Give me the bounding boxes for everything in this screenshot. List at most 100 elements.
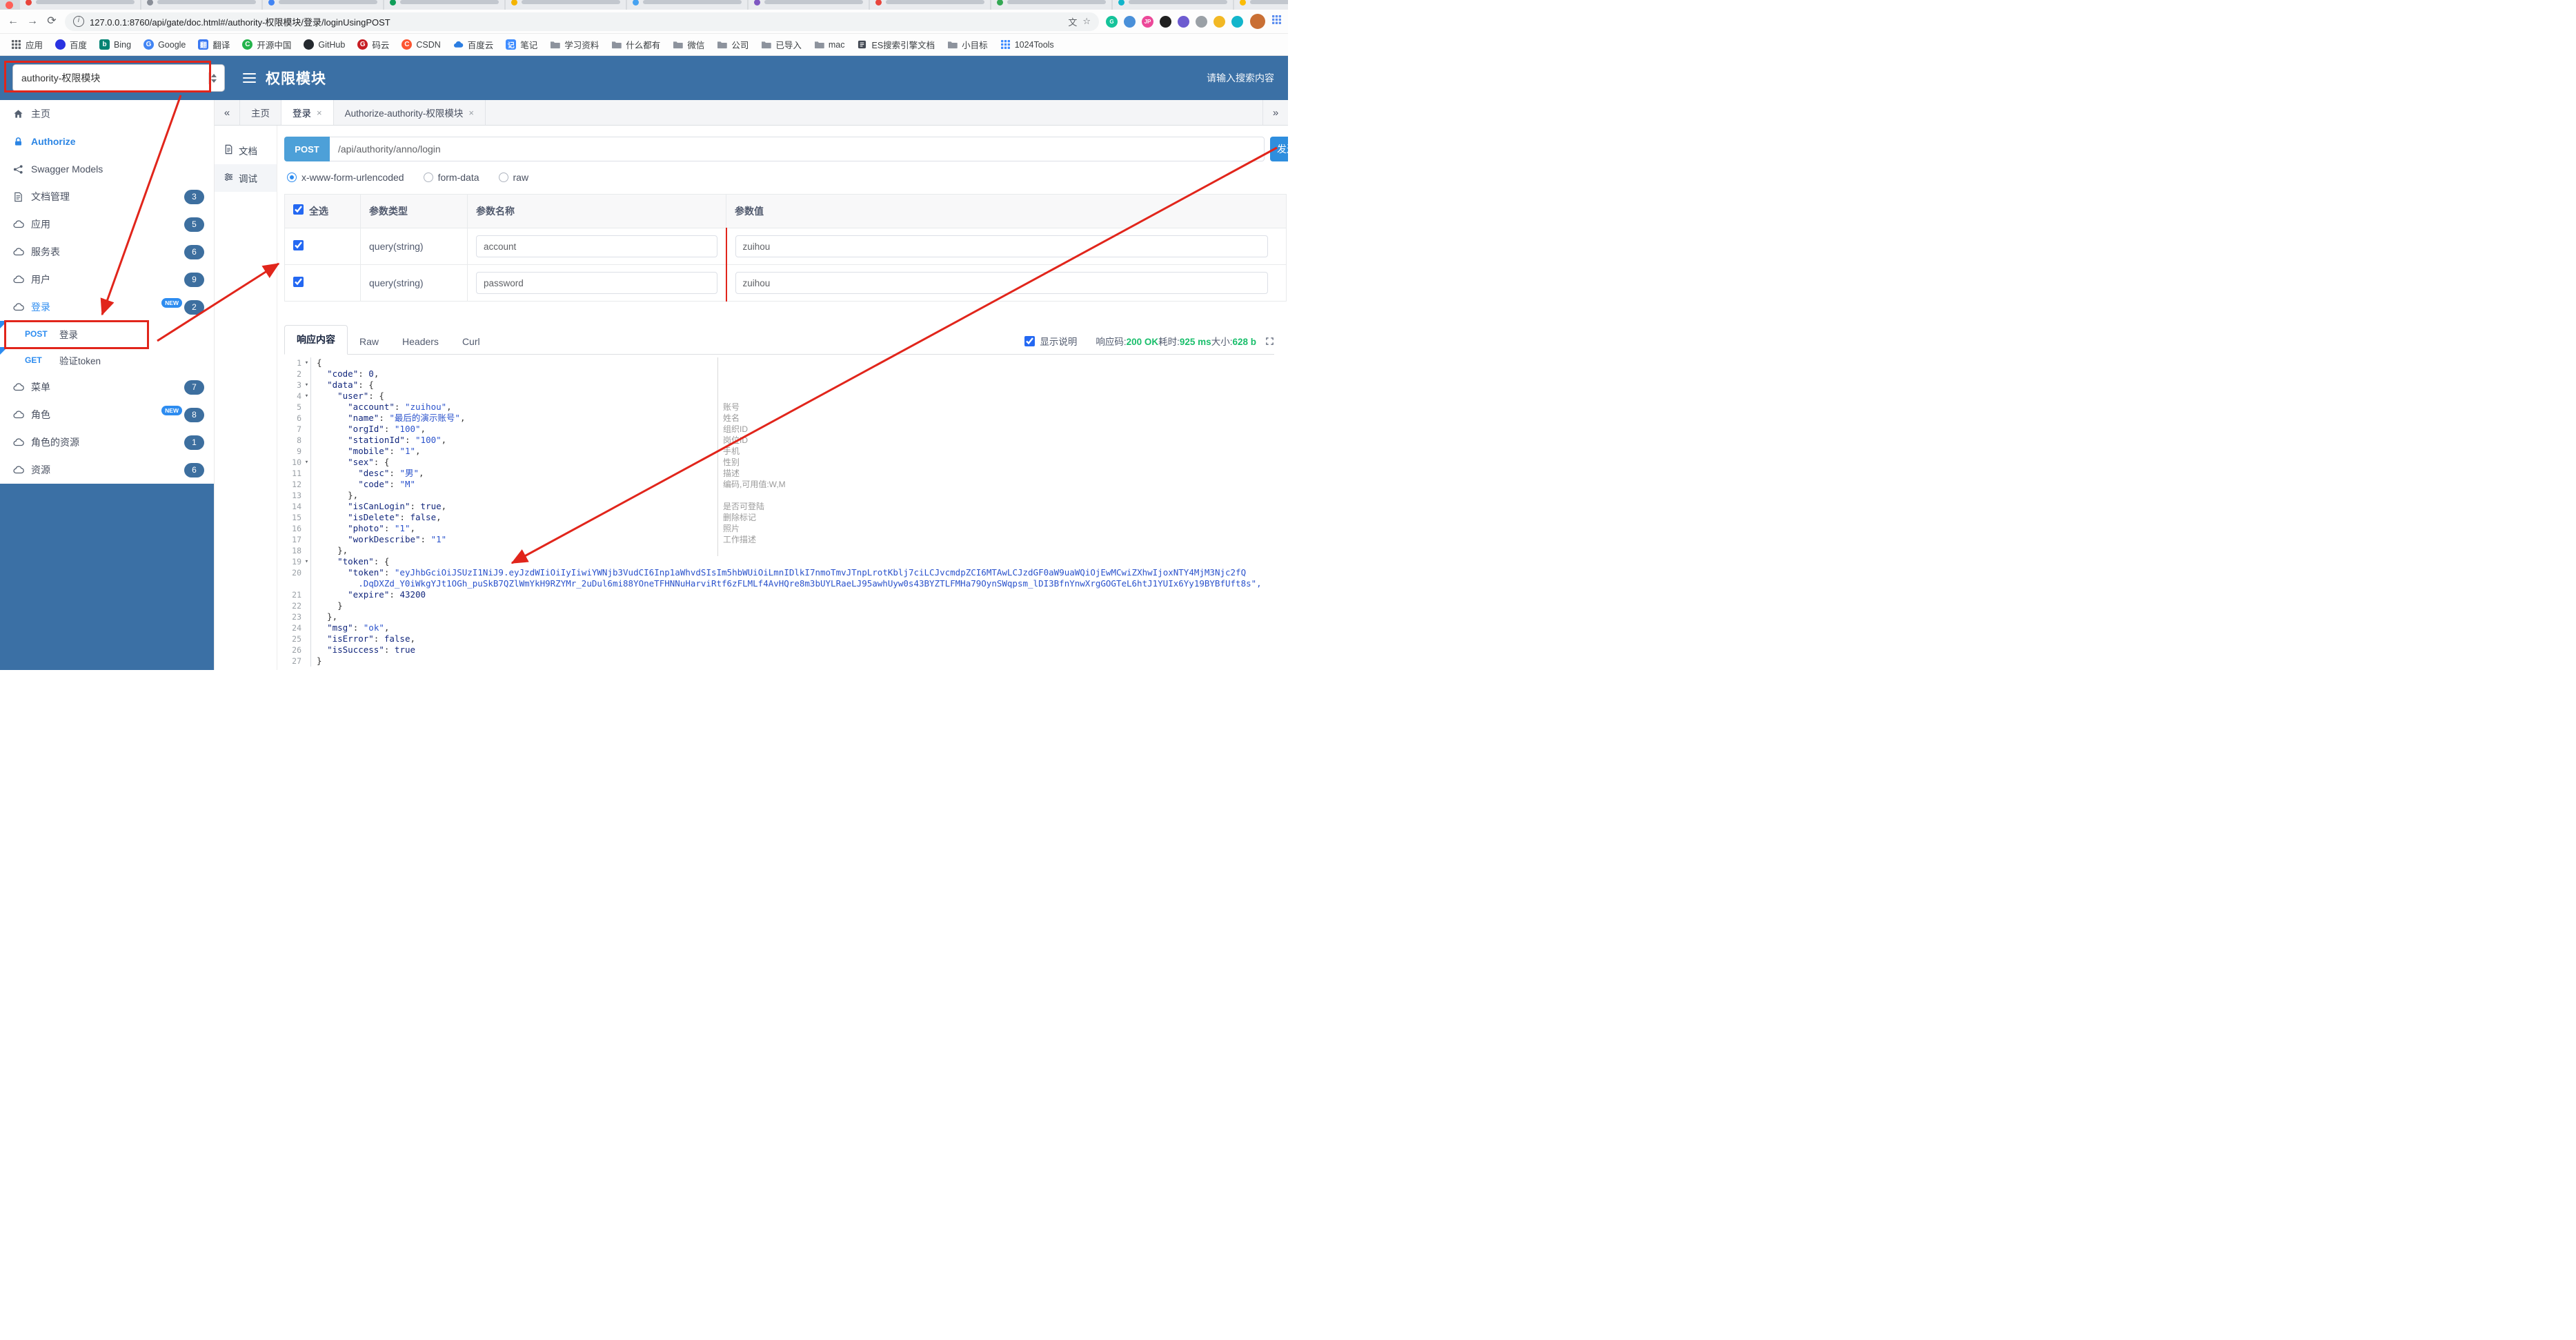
bookmark-item[interactable]: 已导入 — [755, 37, 807, 53]
bookmark-item[interactable]: 学习资料 — [544, 37, 604, 53]
fold-caret-icon[interactable]: ▾ — [303, 556, 310, 567]
tab-close-icon[interactable]: × — [468, 108, 474, 118]
tab-登录[interactable]: 登录 × — [281, 100, 334, 125]
bookmark-item[interactable]: 应用 — [6, 37, 48, 53]
apps-grid-icon[interactable] — [1272, 15, 1281, 28]
radio-icon[interactable] — [498, 173, 508, 182]
sidebar-item[interactable]: 文档管理 3 — [0, 183, 214, 210]
response-tab-Curl[interactable]: Curl — [450, 329, 492, 355]
back-icon[interactable]: ← — [7, 15, 19, 28]
sidebar-item[interactable]: 角色的资源 1 — [0, 428, 214, 456]
bookmark-item[interactable]: 记笔记 — [500, 37, 543, 53]
bookmark-item[interactable]: GitHub — [298, 37, 350, 53]
tab-close-icon[interactable]: × — [317, 108, 322, 118]
param-value-input[interactable] — [735, 235, 1268, 257]
sidebar-item[interactable]: 主页 — [0, 100, 214, 128]
extension-icon-5[interactable] — [1178, 15, 1189, 28]
sidebar-item[interactable]: Swagger Models — [0, 155, 214, 183]
param-checkbox[interactable] — [293, 240, 304, 250]
bookmark-item[interactable]: mac — [809, 37, 851, 53]
bookmark-item[interactable]: 翻翻译 — [192, 37, 235, 53]
param-name-input[interactable] — [476, 272, 717, 294]
browser-tab[interactable] — [627, 0, 747, 10]
param-name-input[interactable] — [476, 235, 717, 257]
fold-caret-icon[interactable]: ▾ — [303, 391, 310, 402]
bookmark-item[interactable]: 小目标 — [942, 37, 993, 53]
request-url-input[interactable] — [330, 137, 1265, 161]
reload-icon[interactable]: ⟳ — [46, 15, 58, 28]
response-tab-响应内容[interactable]: 响应内容 — [284, 325, 348, 355]
extension-icon-8[interactable] — [1231, 15, 1243, 28]
radio-icon[interactable] — [423, 173, 433, 182]
bookmark-item[interactable]: 1024Tools — [995, 37, 1060, 53]
bookmark-item[interactable]: 百度 — [50, 37, 92, 53]
module-select[interactable]: authority-权限模块 — [12, 64, 225, 92]
fold-caret-icon[interactable]: ▾ — [303, 380, 310, 391]
forward-icon[interactable]: → — [26, 15, 39, 28]
param-checkbox[interactable] — [293, 277, 304, 287]
show-desc-checkbox[interactable] — [1024, 335, 1036, 346]
sidebar-item[interactable]: Authorize — [0, 128, 214, 155]
browser-tab[interactable] — [506, 0, 626, 10]
tabs-expand-icon[interactable]: » — [1262, 100, 1288, 125]
browser-tab[interactable] — [1234, 0, 1288, 10]
browser-tab[interactable] — [20, 0, 140, 10]
sidebar-endpoint-item[interactable]: GET 验证token — [0, 347, 214, 373]
send-button[interactable]: 发送 — [1270, 137, 1288, 161]
sidebar-item[interactable]: 角色 NEW 8 — [0, 401, 214, 428]
extension-icon-3[interactable]: JP — [1142, 15, 1153, 28]
content-type-option[interactable]: x-www-form-urlencoded — [287, 172, 404, 183]
bookmark-item[interactable]: 什么都有 — [606, 37, 666, 53]
browser-tab[interactable] — [749, 0, 869, 10]
bookmark-item[interactable]: G Google — [138, 37, 191, 53]
show-desc-toggle[interactable]: 显示说明 — [1024, 334, 1077, 348]
browser-tab[interactable] — [263, 0, 383, 10]
tabs-collapse-icon[interactable]: « — [215, 100, 240, 125]
nav-item-debug[interactable]: 调试 — [215, 164, 277, 192]
translate-icon[interactable]: 文 — [1068, 15, 1077, 28]
sidebar-item[interactable]: 用户 9 — [0, 266, 214, 293]
fullscreen-icon[interactable] — [1265, 337, 1274, 346]
content-type-option[interactable]: form-data — [423, 172, 479, 183]
bookmark-item[interactable]: b Bing — [94, 37, 137, 53]
extension-icon-4[interactable] — [1160, 15, 1171, 28]
extension-icon-7[interactable] — [1213, 15, 1225, 28]
sidebar-item[interactable]: 菜单 7 — [0, 373, 214, 401]
bookmark-item[interactable]: C CSDN — [396, 37, 446, 53]
nav-item-doc[interactable]: 文档 — [215, 137, 277, 164]
response-tab-Raw[interactable]: Raw — [348, 329, 390, 355]
content-type-option[interactable]: raw — [498, 172, 528, 183]
extension-icon-1[interactable]: G — [1106, 15, 1118, 28]
extension-icon-2[interactable] — [1124, 15, 1136, 28]
site-info-icon[interactable]: i — [73, 16, 84, 27]
fold-caret-icon[interactable]: ▾ — [303, 357, 310, 368]
extension-icon-6[interactable] — [1196, 15, 1207, 28]
browser-tab[interactable] — [991, 0, 1111, 10]
browser-tab[interactable] — [141, 0, 261, 10]
bookmark-item[interactable]: G 码云 — [352, 37, 395, 53]
sidebar-item[interactable]: 资源 6 — [0, 456, 214, 484]
url-bar[interactable]: i 127.0.0.1:8760/api/gate/doc.html#/auth… — [65, 12, 1099, 31]
param-value-input[interactable] — [735, 272, 1268, 294]
sidebar-item[interactable]: 登录 NEW 2 — [0, 293, 214, 321]
fold-caret-icon[interactable]: ▾ — [303, 457, 310, 468]
sidebar-item[interactable]: 服务表 6 — [0, 238, 214, 266]
select-all-checkbox[interactable] — [293, 204, 304, 215]
bookmark-star-icon[interactable]: ☆ — [1082, 16, 1091, 27]
bookmark-item[interactable]: ES搜索引擎文档 — [851, 37, 940, 53]
tab-Authorize-authority-权限模块[interactable]: Authorize-authority-权限模块 × — [334, 100, 486, 125]
sidebar-item[interactable]: 应用 5 — [0, 210, 214, 238]
bookmark-item[interactable]: C 开源中国 — [237, 37, 297, 53]
tab-主页[interactable]: 主页 — [240, 100, 281, 125]
radio-icon[interactable] — [287, 173, 297, 182]
bookmark-item[interactable]: 微信 — [667, 37, 710, 53]
menu-hamburger-icon[interactable] — [243, 72, 256, 83]
sidebar-endpoint-item[interactable]: POST 登录 — [0, 321, 214, 347]
profile-avatar[interactable] — [1250, 14, 1265, 29]
bookmark-item[interactable]: 公司 — [711, 37, 754, 53]
browser-tab[interactable] — [384, 0, 504, 10]
browser-tab[interactable] — [870, 0, 990, 10]
bookmark-item[interactable]: 百度云 — [448, 37, 499, 53]
header-search-input[interactable] — [1169, 72, 1276, 84]
browser-tab[interactable] — [1113, 0, 1233, 10]
